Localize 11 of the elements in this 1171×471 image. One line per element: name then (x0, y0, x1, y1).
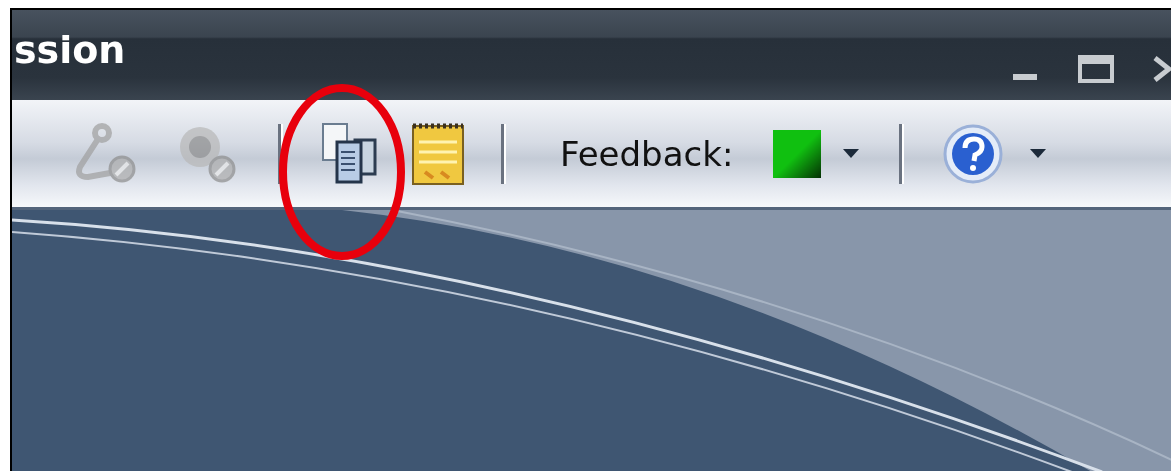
feedback-label: Feedback: (560, 133, 734, 174)
documents-icon (319, 121, 379, 186)
documents-button[interactable] (319, 121, 379, 186)
maximize-icon[interactable] (1077, 54, 1115, 84)
caret-icon (843, 148, 860, 159)
window-title: ssion (14, 28, 127, 72)
close-icon[interactable] (1153, 54, 1171, 84)
notepad-button[interactable] (411, 121, 465, 186)
feedback-status-dropdown[interactable] (773, 129, 860, 178)
notepad-icon (411, 121, 465, 186)
caret-icon[interactable] (1030, 148, 1047, 159)
